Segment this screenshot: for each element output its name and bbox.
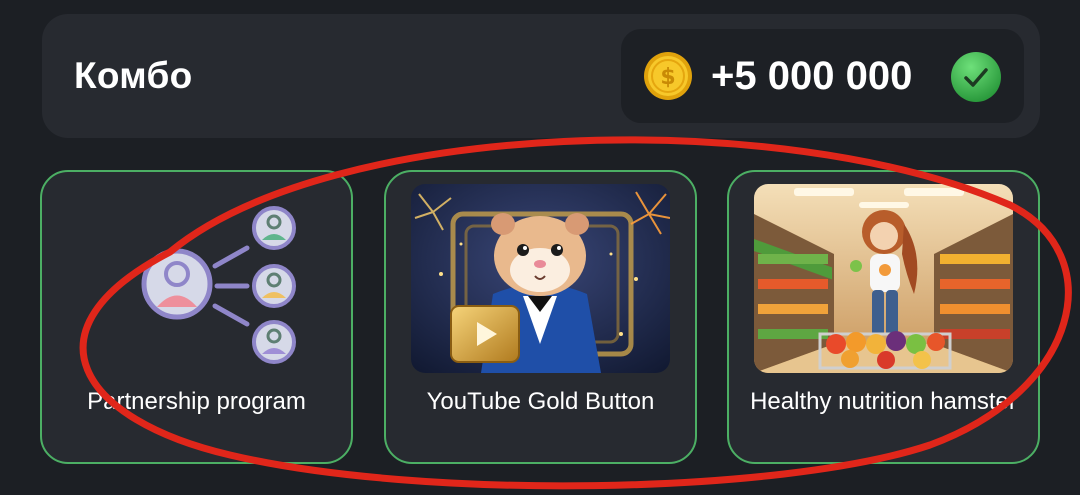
reward-amount: +5 000 000 [711, 54, 913, 98]
combo-card-partnership[interactable]: Partnership program [40, 170, 353, 464]
combo-card-healthy-nutrition[interactable]: Healthy nutrition hamster [727, 170, 1040, 464]
combo-header: Комбо $ +5 000 000 [42, 14, 1040, 138]
check-icon [951, 52, 1001, 102]
partnership-image [67, 184, 326, 373]
youtube-gold-button-image [411, 184, 670, 373]
combo-reward: $ +5 000 000 [621, 29, 1024, 123]
combo-title: Комбо [74, 55, 193, 96]
hamster-grocery-store-image [754, 184, 1013, 373]
card-label: YouTube Gold Button [426, 388, 655, 415]
card-label: Healthy nutrition hamster [750, 388, 1017, 415]
coin-icon: $ [644, 52, 692, 100]
healthy-nutrition-image [754, 184, 1013, 373]
combo-card-youtube[interactable]: YouTube Gold Button [384, 170, 697, 464]
partners-network-icon [141, 206, 296, 364]
hamster-tuxedo-gold-button-image [411, 184, 670, 373]
svg-text:$: $ [660, 65, 675, 90]
card-label: Partnership program [87, 388, 306, 415]
